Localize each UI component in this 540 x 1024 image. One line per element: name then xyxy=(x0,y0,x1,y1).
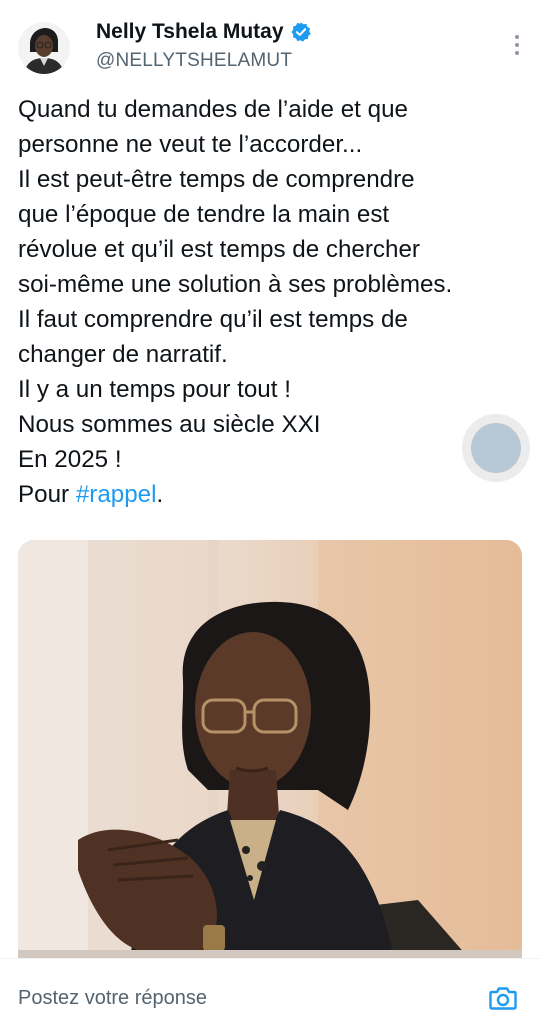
tweet-line: changer de narratif. xyxy=(18,341,228,368)
tweet-line: Il y a un temps pour tout ! xyxy=(18,376,291,403)
tweet-line-suffix: . xyxy=(156,481,164,508)
more-vertical-icon[interactable] xyxy=(510,32,524,58)
hashtag-link[interactable]: #rappel xyxy=(76,481,157,508)
tweet-last-line: Pour #rappel. xyxy=(18,477,528,512)
floating-bubble-button[interactable] xyxy=(462,414,530,482)
reply-input[interactable]: Postez votre réponse xyxy=(18,987,207,1010)
avatar[interactable] xyxy=(18,22,70,74)
floating-bubble-inner xyxy=(471,423,521,473)
tweet-line: En 2025 ! xyxy=(18,446,122,473)
avatar-image xyxy=(18,22,70,74)
tweet-line: Quand tu demandes de l’aide et que xyxy=(18,96,408,123)
tweet-media-photo[interactable] xyxy=(18,540,522,980)
tweet-line: Il est peut-être temps de comprendre xyxy=(18,166,415,193)
tweet-header: Nelly Tshela Mutay @NELLYTSHELAMUT xyxy=(18,16,522,82)
author-name-row[interactable]: Nelly Tshela Mutay xyxy=(96,20,312,44)
reply-bar: Postez votre réponse xyxy=(0,958,540,1024)
author-display-name[interactable]: Nelly Tshela Mutay xyxy=(96,20,284,44)
tweet-text: Quand tu demandes de l’aide et que perso… xyxy=(18,92,528,512)
tweet-line: Il faut comprendre qu’il est temps de xyxy=(18,306,408,333)
tweet-detail-screen: Nelly Tshela Mutay @NELLYTSHELAMUT Quand… xyxy=(0,0,540,1024)
author-handle[interactable]: @NELLYTSHELAMUT xyxy=(96,50,292,72)
tweet-line: que l’époque de tendre la main est xyxy=(18,201,390,228)
tweet-line-prefix: Pour xyxy=(18,481,76,508)
camera-icon[interactable] xyxy=(488,983,518,1013)
verified-badge-icon xyxy=(290,22,311,42)
tweet-line: Nous sommes au siècle XXI xyxy=(18,411,321,438)
tweet-line: révolue et qu’il est temps de chercher xyxy=(18,236,420,263)
tweet-line: soi-même une solution à ses problèmes. xyxy=(18,271,453,298)
tweet-line: personne ne veut te l’accorder... xyxy=(18,131,363,158)
photo-image xyxy=(18,540,522,980)
